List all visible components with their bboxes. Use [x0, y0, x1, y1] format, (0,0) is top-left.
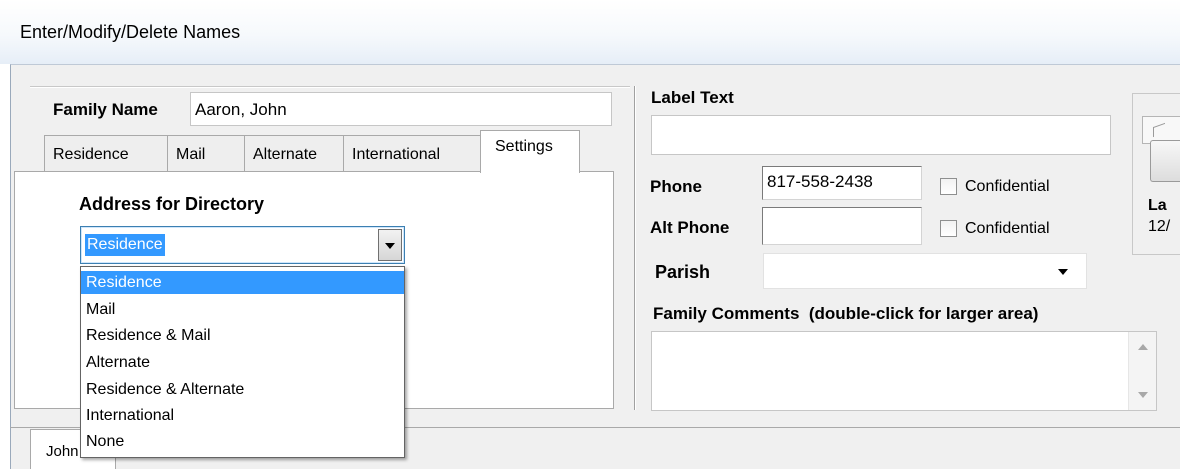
- tab-settings-label: Settings: [495, 138, 553, 155]
- phone-value: 817-558-2438: [767, 172, 873, 191]
- tab-mail-label: Mail: [176, 146, 206, 163]
- family-name-field[interactable]: Aaron, John: [190, 92, 612, 126]
- family-name-value: Aaron, John: [195, 100, 287, 119]
- family-comments-textarea[interactable]: [651, 331, 1157, 411]
- dropdown-option[interactable]: Residence: [81, 271, 404, 294]
- address-combo[interactable]: Residence: [80, 226, 405, 264]
- dropdown-option[interactable]: Alternate: [81, 351, 404, 374]
- right-button[interactable]: [1150, 140, 1180, 182]
- right-partial-value: 12/: [1148, 218, 1171, 235]
- label-text-label: Label Text: [651, 88, 734, 107]
- address-dropdown-list: Residence Mail Residence & Mail Alternat…: [80, 266, 405, 458]
- phone-label: Phone: [650, 177, 702, 196]
- comments-scrollbar[interactable]: [1128, 332, 1156, 410]
- alt-phone-confidential-checkbox[interactable]: [940, 220, 957, 237]
- right-partial-label: La: [1148, 197, 1167, 214]
- tab-mail[interactable]: Mail: [167, 135, 245, 171]
- dropdown-option[interactable]: Mail: [81, 298, 404, 321]
- address-for-directory-label: Address for Directory: [79, 194, 265, 214]
- scroll-up-icon[interactable]: [1138, 344, 1148, 350]
- label-text-field[interactable]: [651, 115, 1111, 155]
- left-group-box: [30, 86, 630, 88]
- tab-international[interactable]: International: [343, 135, 481, 171]
- tab-residence-label: Residence: [53, 146, 129, 163]
- alt-phone-confidential-label: Confidential: [965, 220, 1050, 237]
- scroll-down-icon[interactable]: [1138, 392, 1148, 398]
- parish-label: Parish: [655, 262, 711, 282]
- family-name-label: Family Name: [53, 100, 158, 119]
- dropdown-option[interactable]: Residence & Alternate: [81, 378, 404, 401]
- window-title: Enter/Modify/Delete Names: [20, 22, 241, 42]
- chevron-down-icon: [1058, 269, 1068, 275]
- address-combo-value: Residence: [85, 234, 165, 256]
- phone-field[interactable]: 817-558-2438: [762, 166, 922, 200]
- chevron-down-icon: [385, 243, 395, 249]
- dropdown-option[interactable]: None: [81, 430, 404, 453]
- vertical-separator: [634, 86, 636, 410]
- combo-dropdown-button[interactable]: [378, 229, 402, 261]
- tab-settings[interactable]: Settings: [480, 130, 580, 173]
- family-comments-label: Family Comments (double-click for larger…: [653, 304, 1039, 323]
- phone-confidential-label: Confidential: [965, 178, 1050, 195]
- dropdown-option[interactable]: International: [81, 404, 404, 427]
- parish-select[interactable]: [763, 253, 1087, 289]
- dropdown-option[interactable]: Residence & Mail: [81, 324, 404, 347]
- alt-phone-field[interactable]: [762, 207, 922, 245]
- alt-phone-label: Alt Phone: [650, 218, 730, 237]
- photo-icon-glyph: [1153, 122, 1165, 138]
- phone-confidential-checkbox[interactable]: [940, 178, 957, 195]
- tab-alternate[interactable]: Alternate: [244, 135, 344, 171]
- tab-residence[interactable]: Residence: [44, 135, 168, 171]
- title-bar: Enter/Modify/Delete Names: [0, 0, 1180, 64]
- tab-international-label: International: [352, 146, 441, 163]
- tab-alternate-label: Alternate: [253, 146, 318, 163]
- bottom-tab-label: John: [46, 443, 79, 460]
